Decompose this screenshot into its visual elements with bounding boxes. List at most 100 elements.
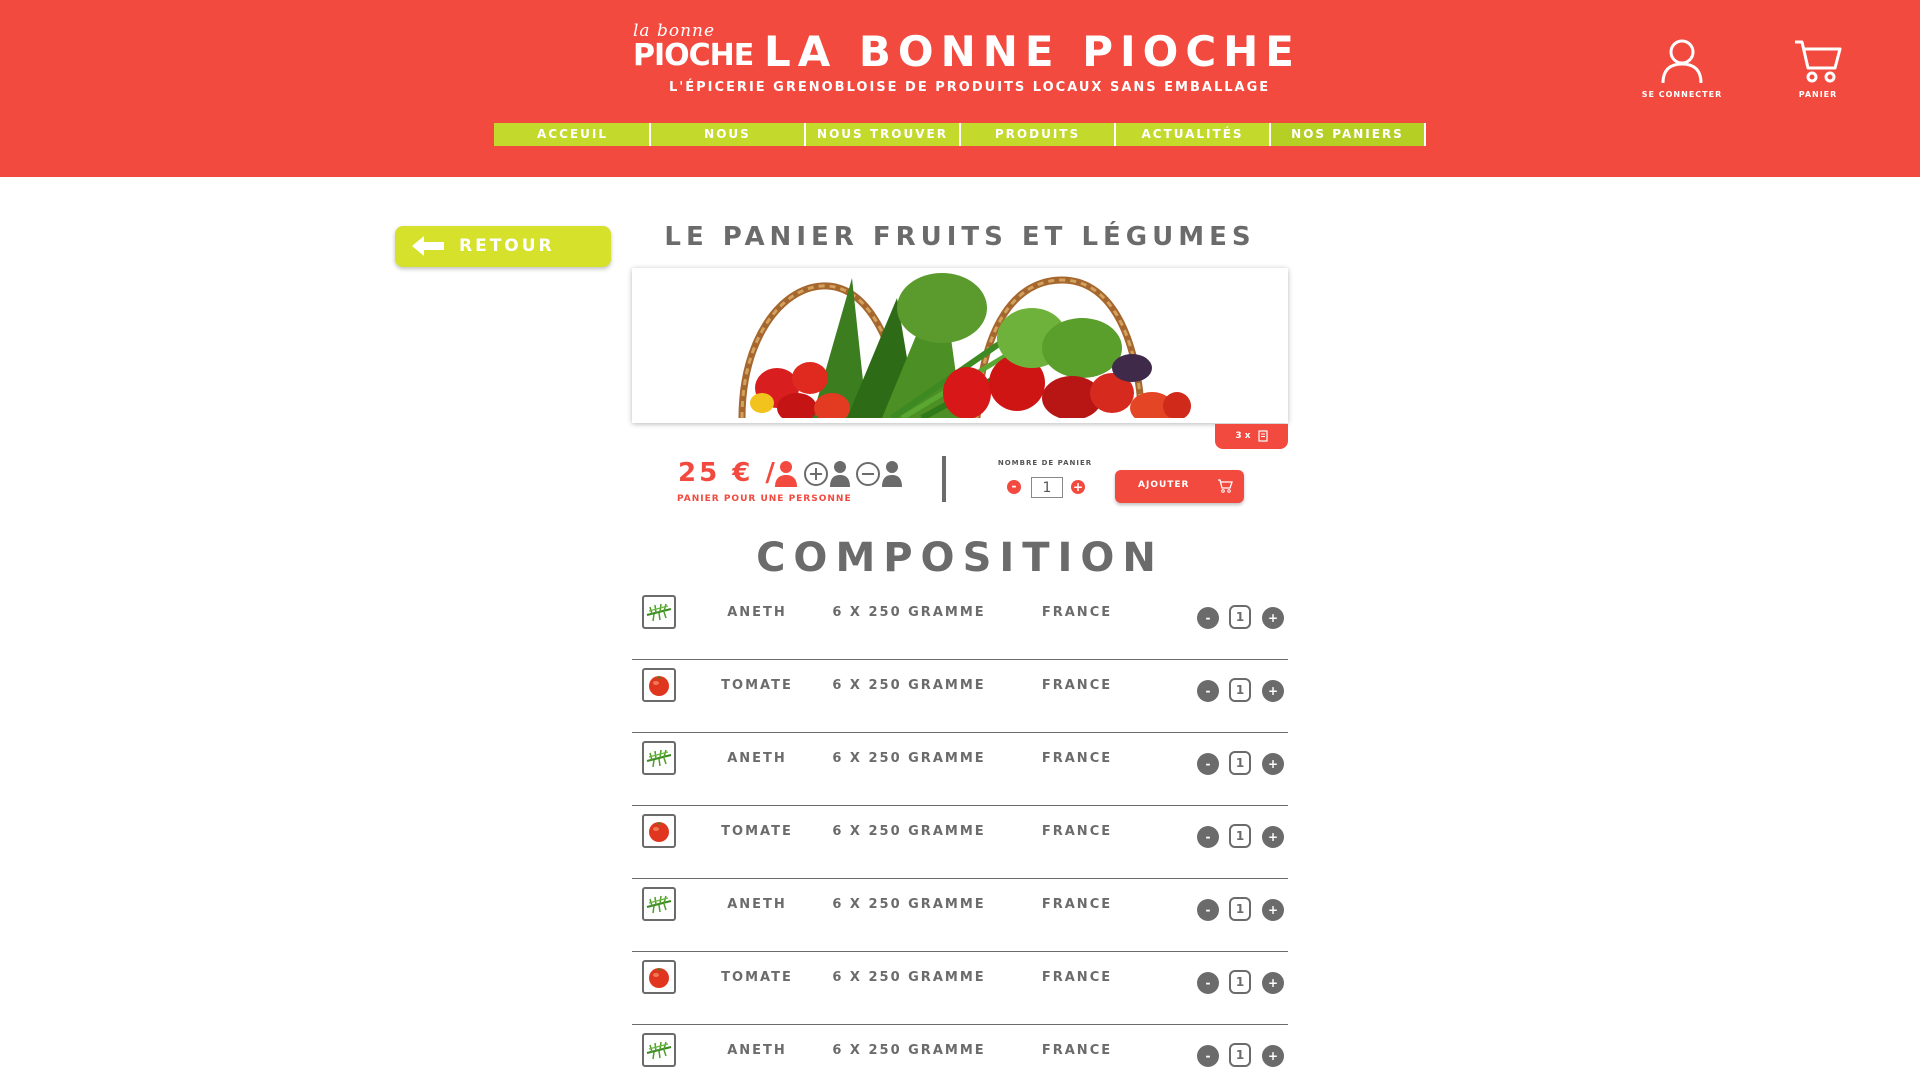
basket-price: 25 € / — [678, 458, 778, 488]
ingredient-count[interactable]: 1 — [1229, 970, 1251, 994]
site-header: la bonne PIOCHE LA BONNE PIOCHE L'ÉPICER… — [0, 0, 1920, 177]
ingredient-origin: FRANCE — [1041, 970, 1113, 985]
ingredient-name: ANETH — [727, 1043, 787, 1058]
composition-row: TOMATE 6 X 250 GRAMME FRANCE - 1 + — [632, 952, 1288, 1025]
ingredient-minus-button[interactable]: - — [1197, 1045, 1219, 1067]
composition-row: ANETH 6 X 250 GRAMME FRANCE - 1 + — [632, 587, 1288, 660]
ingredient-quantity: 6 X 250 GRAMME — [832, 970, 986, 985]
ingredient-plus-button[interactable]: + — [1262, 972, 1284, 994]
person-icon — [882, 461, 902, 487]
add-to-cart-label: AJOUTER — [1138, 480, 1190, 490]
nav-item-nous-trouver[interactable]: NOUS TROUVER — [806, 123, 961, 146]
nav-item-produits[interactable]: PRODUITS — [961, 123, 1116, 146]
ingredient-quantity: 6 X 250 GRAMME — [832, 678, 986, 693]
ingredient-minus-button[interactable]: - — [1197, 753, 1219, 775]
login-label: SE CONNECTER — [1641, 90, 1723, 99]
ingredient-count[interactable]: 1 — [1229, 751, 1251, 775]
cart-icon — [1218, 479, 1233, 493]
composition-row: ANETH 6 X 250 GRAMME FRANCE - 1 + — [632, 1025, 1288, 1080]
nav-item-nos-paniers[interactable]: NOS PANIERS — [1271, 123, 1426, 146]
site-title: LA BONNE PIOCHE — [764, 27, 1301, 76]
basket-count-input[interactable] — [1031, 477, 1063, 498]
ingredient-origin: FRANCE — [1041, 1043, 1113, 1058]
basket-title: LE PANIER FRUITS ET LÉGUMES — [664, 222, 1256, 252]
ingredient-minus-button[interactable]: - — [1197, 826, 1219, 848]
logo[interactable]: la bonne PIOCHE — [631, 22, 754, 73]
basket-count-label: NOMBRE DE PANIER — [997, 459, 1093, 467]
ingredient-plus-button[interactable]: + — [1262, 826, 1284, 848]
tomato-icon[interactable] — [642, 960, 676, 994]
price-value: 25 € — [678, 458, 754, 488]
vertical-divider — [942, 456, 946, 502]
composition-row: ANETH 6 X 250 GRAMME FRANCE - 1 + — [632, 879, 1288, 952]
ingredient-plus-button[interactable]: + — [1262, 1045, 1284, 1067]
ingredient-origin: FRANCE — [1041, 897, 1113, 912]
ingredient-minus-button[interactable]: - — [1197, 607, 1219, 629]
nav-item-acceuil[interactable]: ACCEUIL — [494, 123, 651, 146]
ingredient-name: TOMATE — [721, 678, 793, 693]
ingredient-count[interactable]: 1 — [1229, 605, 1251, 629]
login-button[interactable]: SE CONNECTER — [1627, 38, 1737, 99]
price-caption: PANIER POUR UNE PERSONNE — [677, 494, 852, 504]
tomato-icon[interactable] — [642, 814, 676, 848]
site-tagline: L'ÉPICERIE GRENOBLOISE DE PRODUITS LOCAU… — [669, 80, 1271, 95]
basket-count-minus-button[interactable]: - — [1007, 480, 1021, 494]
ingredient-minus-button[interactable]: - — [1197, 972, 1219, 994]
back-button[interactable]: RETOUR — [395, 226, 611, 267]
ingredient-name: ANETH — [727, 897, 787, 912]
composition-list: ANETH 6 X 250 GRAMME FRANCE - 1 + TOMATE… — [632, 587, 1288, 1080]
ingredient-quantity: 6 X 250 GRAMME — [832, 605, 986, 620]
main-nav: ACCEUIL NOUS NOUS TROUVER PRODUITS ACTUA… — [494, 123, 1426, 146]
ingredient-count[interactable]: 1 — [1229, 1043, 1251, 1067]
tomato-icon[interactable] — [642, 668, 676, 702]
ingredient-plus-button[interactable]: + — [1262, 753, 1284, 775]
cart-icon — [1795, 40, 1842, 83]
arrow-left-icon — [412, 236, 444, 256]
composition-row: ANETH 6 X 250 GRAMME FRANCE - 1 + — [632, 733, 1288, 806]
ingredient-name: ANETH — [727, 751, 787, 766]
quantity-tag-text: 3 x — [1235, 431, 1251, 441]
person-icon — [830, 461, 850, 487]
remove-person-icon[interactable] — [855, 461, 881, 487]
ingredient-name: TOMATE — [721, 824, 793, 839]
composition-title: COMPOSITION — [756, 535, 1164, 581]
ingredient-plus-button[interactable]: + — [1262, 680, 1284, 702]
user-icon — [1661, 39, 1703, 84]
ingredient-quantity: 6 X 250 GRAMME — [832, 751, 986, 766]
ingredient-origin: FRANCE — [1041, 605, 1113, 620]
ingredient-name: ANETH — [727, 605, 787, 620]
dill-icon[interactable] — [642, 1033, 676, 1067]
ingredient-quantity: 6 X 250 GRAMME — [832, 897, 986, 912]
ingredient-origin: FRANCE — [1041, 824, 1113, 839]
composition-row: TOMATE 6 X 250 GRAMME FRANCE - 1 + — [632, 806, 1288, 879]
ingredient-count[interactable]: 1 — [1229, 678, 1251, 702]
cart-button[interactable]: PANIER — [1763, 38, 1873, 99]
ingredient-plus-button[interactable]: + — [1262, 899, 1284, 921]
persons-selector — [773, 460, 903, 488]
ingredient-minus-button[interactable]: - — [1197, 680, 1219, 702]
dill-icon[interactable] — [642, 887, 676, 921]
dill-icon[interactable] — [642, 595, 676, 629]
dill-icon[interactable] — [642, 741, 676, 775]
quantity-tag: 3 x — [1215, 424, 1288, 449]
basket-count-plus-button[interactable]: + — [1071, 480, 1085, 494]
ingredient-origin: FRANCE — [1041, 678, 1113, 693]
ingredient-minus-button[interactable]: - — [1197, 899, 1219, 921]
composition-row: TOMATE 6 X 250 GRAMME FRANCE - 1 + — [632, 660, 1288, 733]
logo-big-text: PIOCHE — [633, 38, 754, 73]
cart-label: PANIER — [1798, 90, 1838, 99]
add-person-icon[interactable] — [803, 461, 829, 487]
person-icon — [775, 461, 797, 487]
ingredient-quantity: 6 X 250 GRAMME — [832, 1043, 986, 1058]
nav-item-actualites[interactable]: ACTUALITÉS — [1116, 123, 1271, 146]
ingredient-origin: FRANCE — [1041, 751, 1113, 766]
ingredient-plus-button[interactable]: + — [1262, 607, 1284, 629]
ingredient-name: TOMATE — [721, 970, 793, 985]
basket-image — [632, 268, 1288, 423]
nav-item-nous[interactable]: NOUS — [651, 123, 806, 146]
add-to-cart-button[interactable]: AJOUTER — [1115, 470, 1244, 503]
ingredient-count[interactable]: 1 — [1229, 897, 1251, 921]
ingredient-quantity: 6 X 250 GRAMME — [832, 824, 986, 839]
back-button-label: RETOUR — [459, 236, 555, 256]
ingredient-count[interactable]: 1 — [1229, 824, 1251, 848]
